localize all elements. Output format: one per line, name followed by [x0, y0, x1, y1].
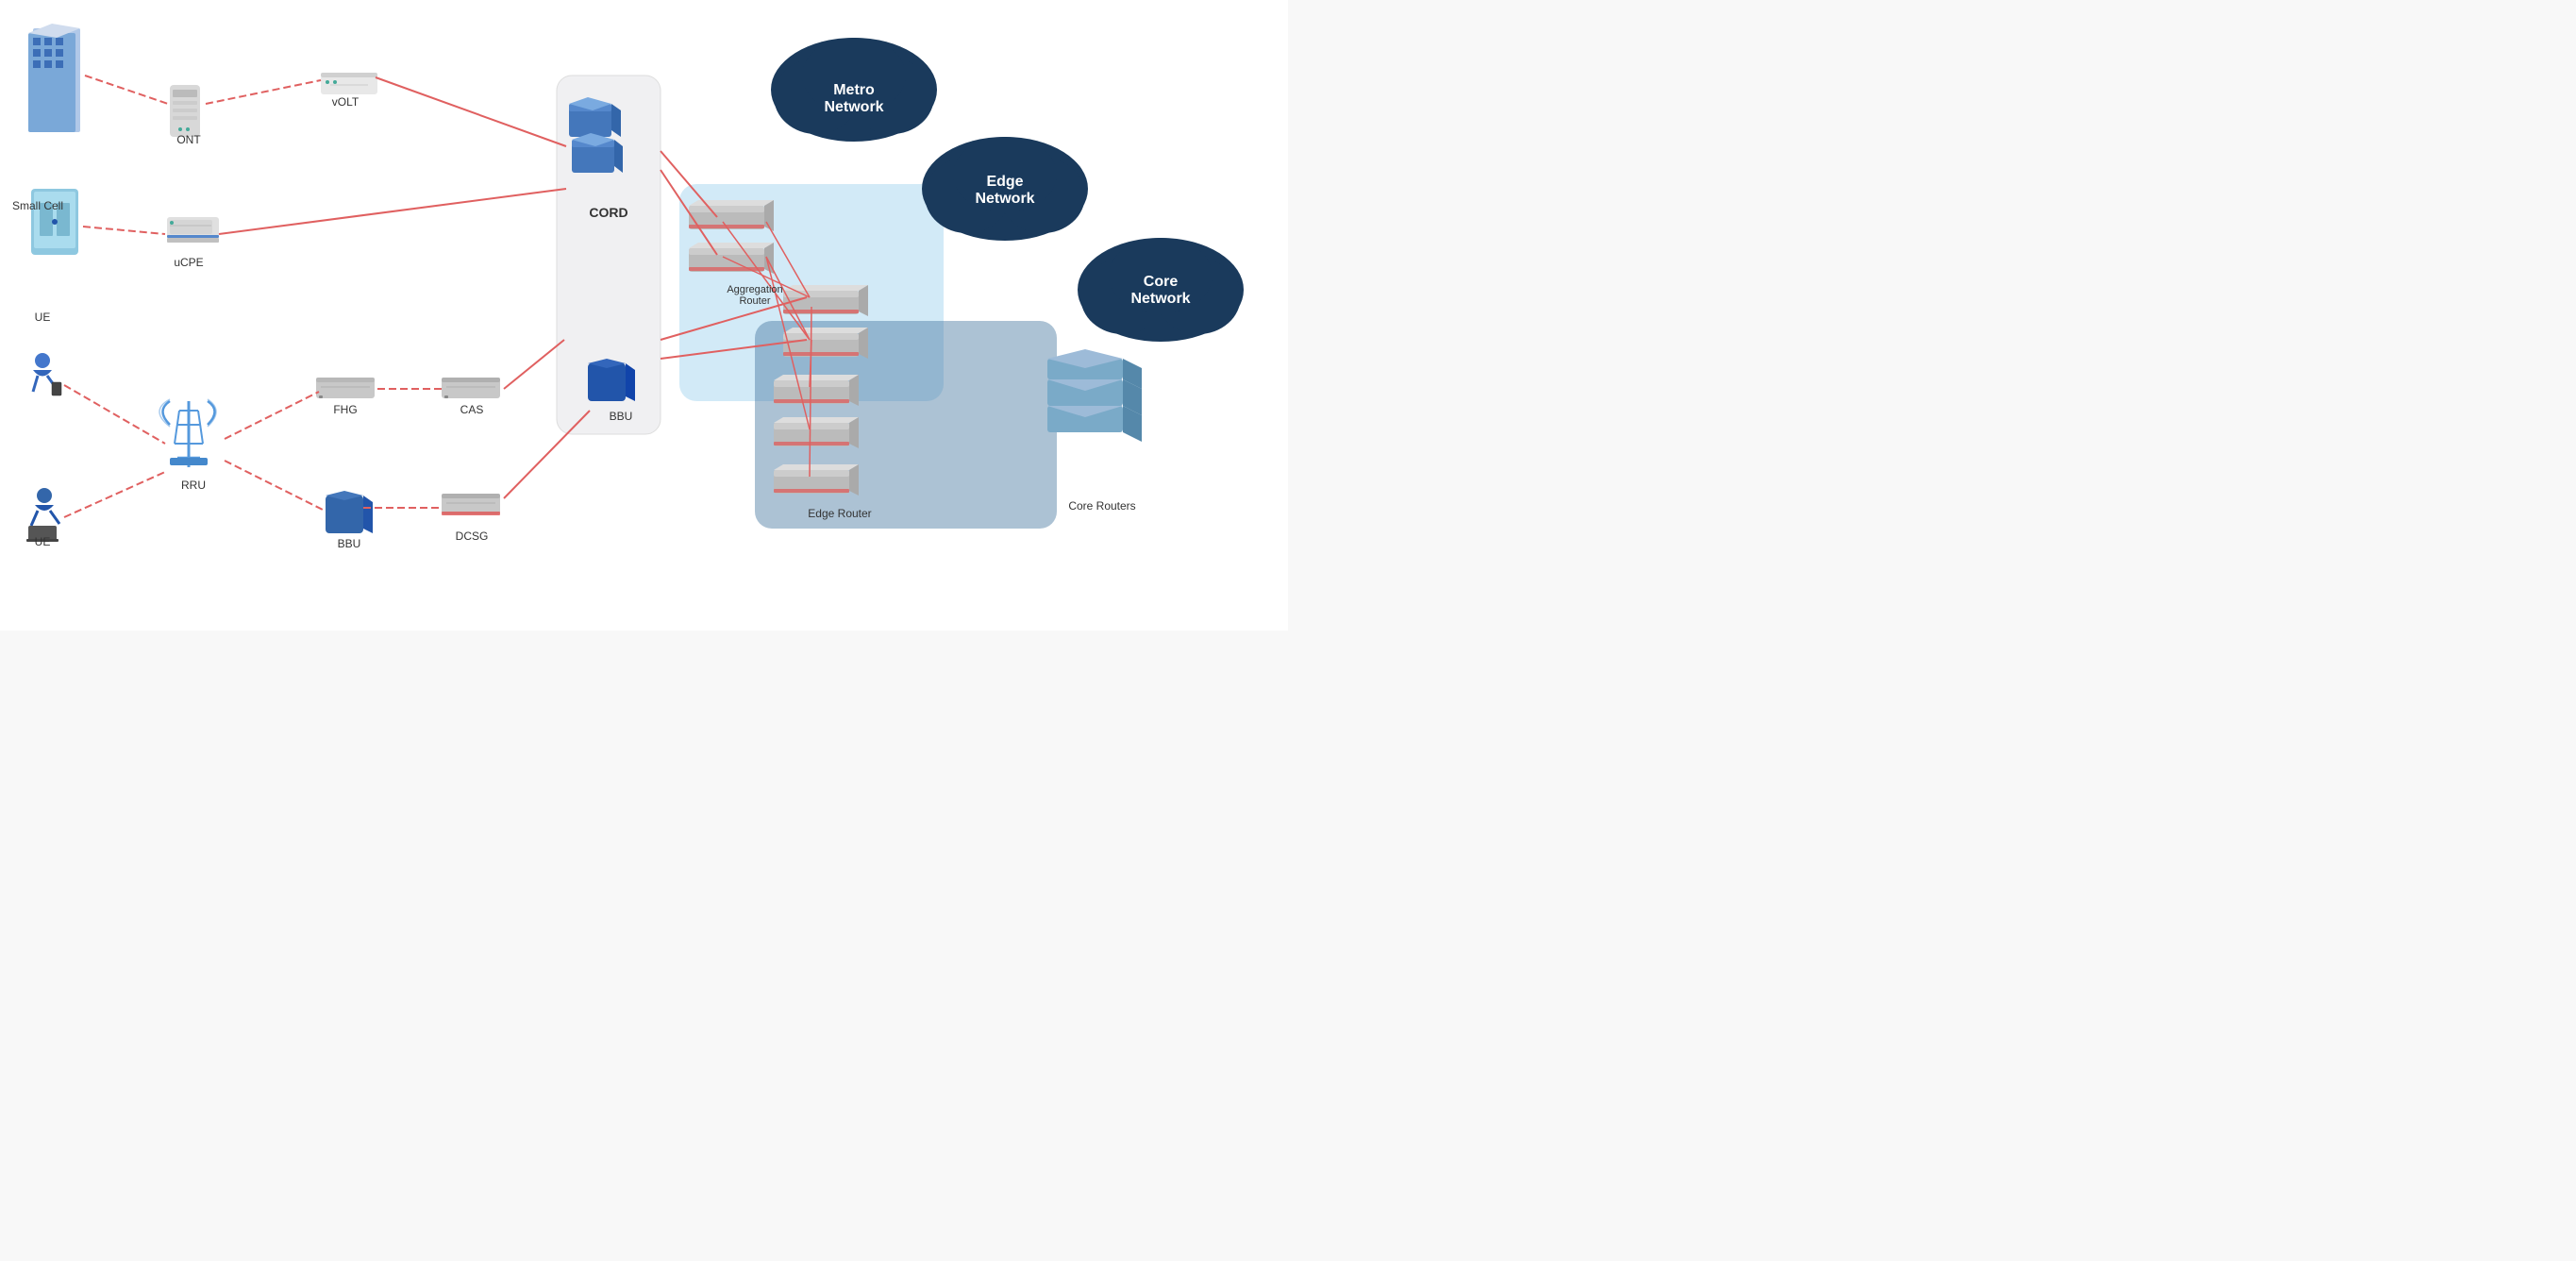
- cas-label: CAS: [460, 403, 484, 416]
- edge-network-label: Edge: [986, 174, 1023, 190]
- agg-router-label2: Router: [739, 295, 770, 307]
- rru-label: RRU: [181, 479, 206, 492]
- metro-network-label: Metro: [833, 82, 875, 98]
- ue2-label: UE: [35, 535, 51, 548]
- diagram-svg: Metro Network Edge Network Core Network …: [0, 0, 1288, 630]
- edge-router-label: Edge Router: [808, 507, 871, 520]
- network-diagram: Metro Network Edge Network Core Network …: [0, 0, 1288, 630]
- cord-label: CORD: [589, 205, 627, 220]
- ucpe-label: uCPE: [174, 256, 203, 269]
- smallcell-label: Small Cell: [12, 199, 63, 212]
- bbu-cord-label: BBU: [610, 410, 633, 423]
- dcsg-label: DCSG: [456, 530, 489, 543]
- metro-network-label2: Network: [824, 99, 883, 115]
- core-network-label: Core: [1144, 274, 1179, 290]
- volt-label: vOLT: [332, 95, 360, 109]
- edge-network-label2: Network: [975, 191, 1034, 207]
- ont-label: ONT: [176, 133, 201, 146]
- bbu-lower-label: BBU: [338, 537, 361, 550]
- agg-router-label: Aggregation: [727, 284, 782, 295]
- core-network-label2: Network: [1130, 291, 1190, 307]
- ue1-label: UE: [35, 311, 51, 324]
- core-routers-label: Core Routers: [1068, 499, 1135, 513]
- fhg-label: FHG: [333, 403, 357, 416]
